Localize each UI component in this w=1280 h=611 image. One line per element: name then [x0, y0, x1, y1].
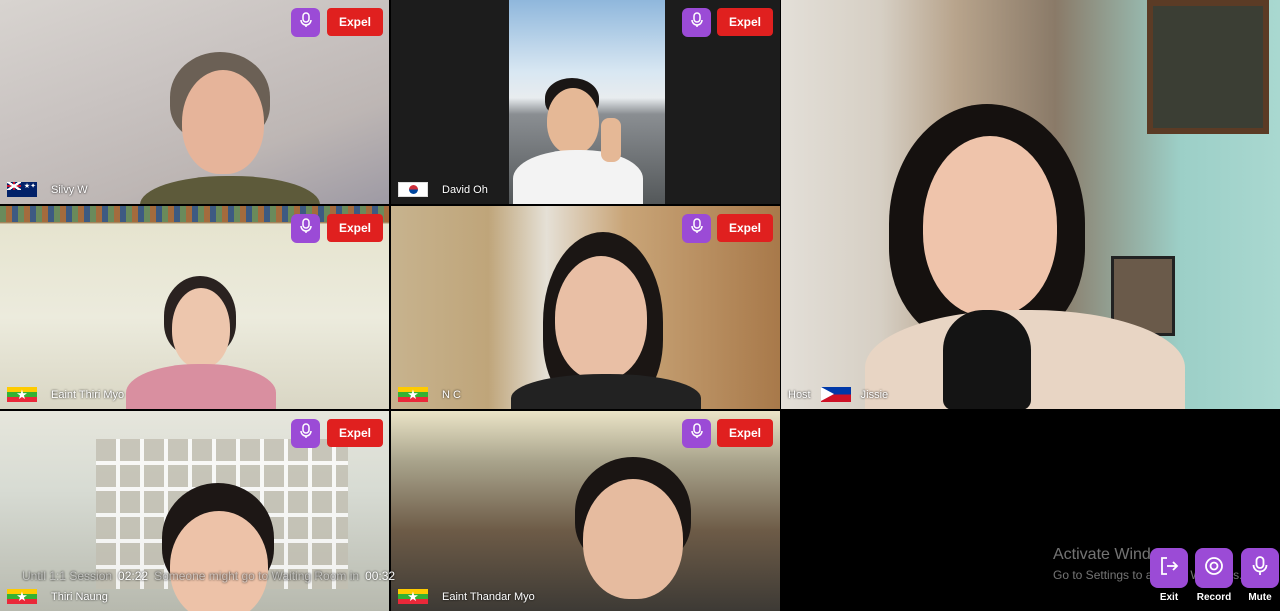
australia-flag-icon [7, 182, 37, 197]
mic-button[interactable] [291, 214, 320, 243]
myanmar-flag-icon [398, 387, 428, 402]
exit-button[interactable] [1150, 548, 1188, 588]
exit-label: Exit [1159, 592, 1179, 603]
participant-label: Eaint Thiri Myo [7, 387, 124, 402]
waiting-room-label: Someone might go to Waiting Room in [154, 569, 360, 583]
participant-label: Thiri Naung [7, 589, 108, 604]
myanmar-flag-icon [398, 589, 428, 604]
myanmar-flag-icon [7, 589, 37, 604]
thumbs-up-hand [601, 118, 621, 162]
mute-label: Mute [1248, 592, 1272, 603]
host-label: Host Jissie [788, 387, 888, 402]
video-call-stage: Expel Silvy W Expel David Oh [0, 0, 1280, 611]
participant-name: Silvy W [51, 183, 88, 196]
host-tile: Host Jissie [781, 0, 1280, 409]
participant-tile-david: Expel David Oh [391, 0, 780, 204]
mic-button[interactable] [291, 419, 320, 448]
expel-button[interactable]: Expel [717, 419, 773, 447]
mic-button[interactable] [682, 8, 711, 37]
expel-button[interactable]: Expel [717, 214, 773, 242]
session-timer-label: Until 1:1 Session [22, 569, 113, 583]
host-video [781, 0, 1280, 409]
microphone-icon [690, 218, 704, 239]
expel-button[interactable]: Expel [327, 8, 383, 36]
record-icon [1203, 555, 1225, 582]
mic-button[interactable] [682, 214, 711, 243]
participant-name: Eaint Thiri Myo [51, 388, 125, 401]
participant-name: Thiri Naung [51, 590, 108, 603]
mic-button[interactable] [291, 8, 320, 37]
microphone-icon [299, 12, 313, 33]
participant-label: Eaint Thandar Myo [398, 589, 535, 604]
session-timer-value: 02:22 [118, 569, 149, 583]
participant-tile-eaint-thiri: Expel Eaint Thiri Myo [0, 206, 389, 409]
microphone-icon [690, 12, 704, 33]
microphone-icon [299, 218, 313, 239]
session-timer-bar: Until 1:1 Session 02:22 Someone might go… [22, 569, 395, 583]
participant-tile-eaint-thandar: Expel Eaint Thandar Myo [391, 411, 780, 611]
microphone-icon [299, 423, 313, 444]
microphone-icon [1251, 555, 1269, 582]
mic-button[interactable] [682, 419, 711, 448]
host-role-tag: Host [788, 388, 811, 401]
participant-label: N C [398, 387, 461, 402]
host-name: Jissie [860, 388, 889, 401]
participant-label: David Oh [398, 182, 488, 197]
camera-feed [509, 0, 665, 204]
participant-name: Eaint Thandar Myo [442, 590, 535, 603]
record-button[interactable] [1195, 548, 1233, 588]
expel-button[interactable]: Expel [327, 419, 383, 447]
microphone-icon [690, 423, 704, 444]
mute-button[interactable] [1241, 548, 1279, 588]
expel-button[interactable]: Expel [717, 8, 773, 36]
participant-tile-silvy: Expel Silvy W [0, 0, 389, 204]
exit-icon [1158, 555, 1180, 582]
myanmar-flag-icon [7, 387, 37, 402]
wall-painting [1147, 0, 1269, 134]
expel-button[interactable]: Expel [327, 214, 383, 242]
microphone [943, 310, 1031, 409]
participant-name: David Oh [442, 183, 488, 196]
participant-name: N C [442, 388, 461, 401]
south-korea-flag-icon [398, 182, 428, 197]
record-label: Record [1196, 592, 1232, 603]
philippines-flag-icon [820, 387, 851, 402]
participant-label: Silvy W [7, 182, 88, 197]
participant-tile-nc: Expel N C [391, 206, 780, 409]
waiting-room-timer-value: 00:32 [365, 569, 396, 583]
